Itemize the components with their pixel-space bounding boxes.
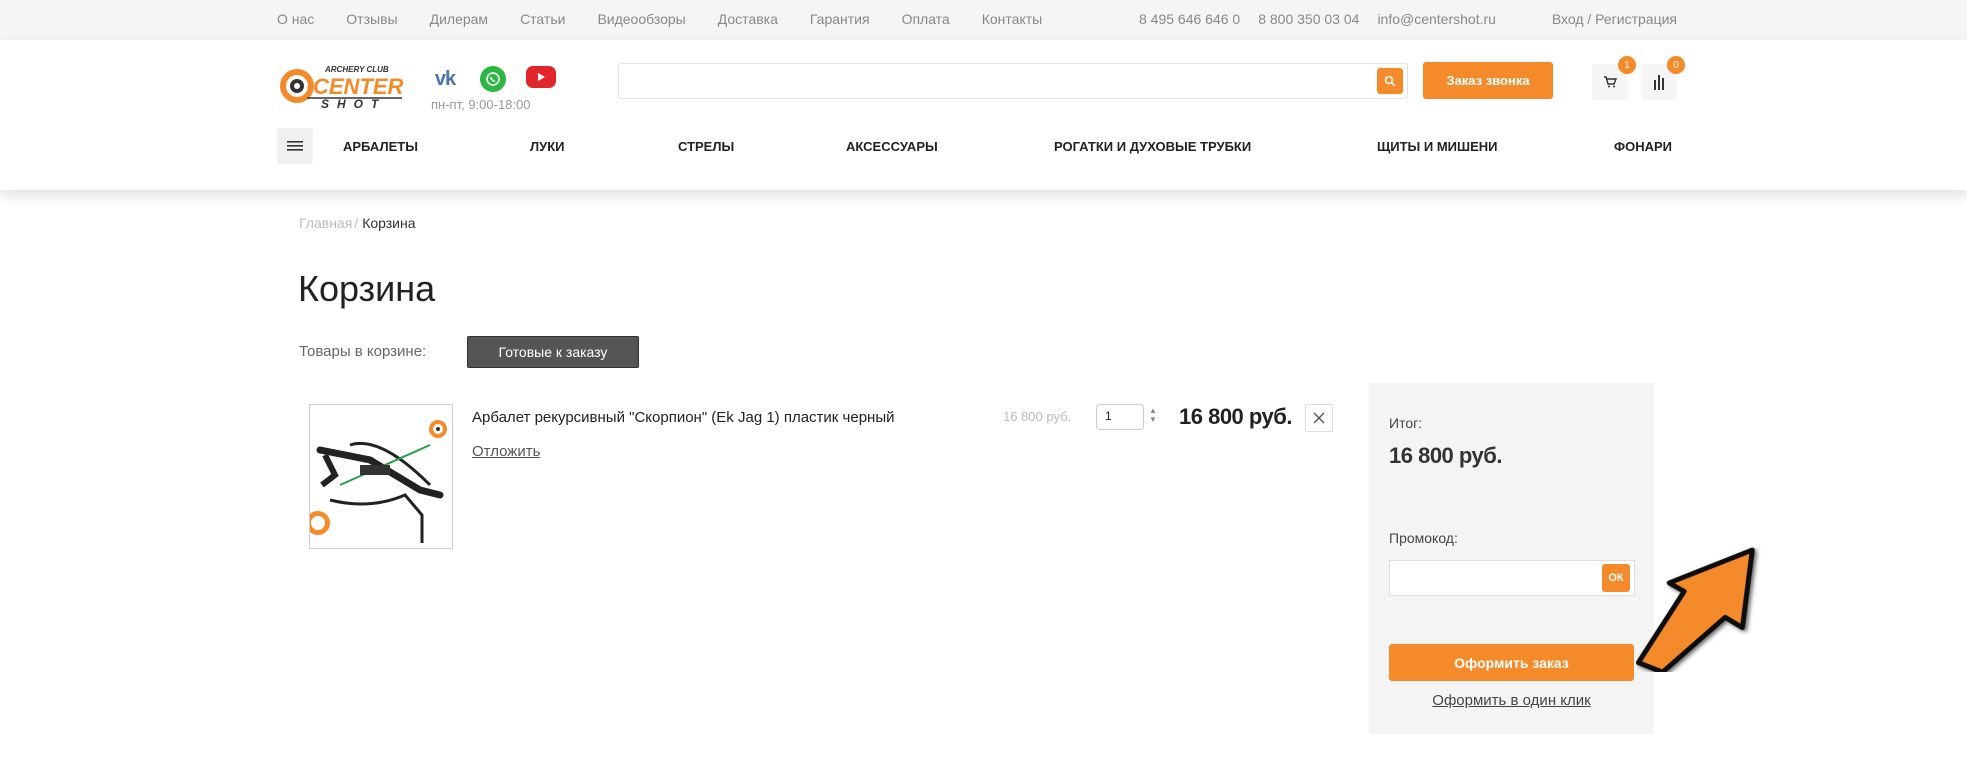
menu-item-arrows[interactable]: СТРЕЛЫ <box>678 139 734 154</box>
top-links: О нас Отзывы Дилерам Статьи Видеообзоры … <box>277 11 1074 27</box>
top-link-contacts[interactable]: Контакты <box>982 11 1042 27</box>
checkout-button[interactable]: Оформить заказ <box>1389 644 1634 681</box>
annotation-arrow-icon <box>1635 547 1755 672</box>
svg-text:CENTER: CENTER <box>313 74 404 99</box>
top-link-warranty[interactable]: Гарантия <box>810 11 870 27</box>
cart-icon <box>1604 76 1617 88</box>
callback-button[interactable]: Заказ звонка <box>1423 62 1553 99</box>
email-link[interactable]: info@centershot.ru <box>1377 11 1496 27</box>
login-link[interactable]: Вход / Регистрация <box>1552 11 1677 27</box>
vk-icon[interactable]: vk <box>430 66 460 92</box>
quantity-input[interactable]: 1 <box>1096 404 1144 430</box>
postpone-link[interactable]: Отложить <box>472 443 540 460</box>
svg-text:ARCHERY CLUB: ARCHERY CLUB <box>324 65 389 74</box>
cart-count-badge: 1 <box>1618 56 1636 74</box>
top-link-reviews[interactable]: Отзывы <box>346 11 397 27</box>
hamburger-menu-icon[interactable] <box>277 128 313 164</box>
youtube-icon[interactable] <box>526 66 556 88</box>
menu-item-slingshots[interactable]: РОГАТКИ И ДУХОВЫЕ ТРУБКИ <box>1054 139 1251 154</box>
compare-count-badge: 0 <box>1667 56 1685 74</box>
whatsapp-icon[interactable] <box>480 66 506 92</box>
quantity-stepper[interactable]: ▲ ▼ <box>1149 406 1157 424</box>
working-hours: пн-пт, 9:00-18:00 <box>431 97 531 112</box>
menu-item-crossbows[interactable]: АРБАЛЕТЫ <box>343 139 418 154</box>
phone-free[interactable]: 8 800 350 03 04 <box>1258 11 1359 27</box>
menu-item-bows[interactable]: ЛУКИ <box>530 139 565 154</box>
close-icon <box>1313 412 1325 424</box>
tab-ready-to-order[interactable]: Готовые к заказу <box>467 336 639 368</box>
product-name[interactable]: Арбалет рекурсивный "Скорпион" (Ek Jag 1… <box>472 409 894 426</box>
social-links: vk <box>430 66 556 92</box>
compare-button[interactable]: 0 <box>1641 56 1685 100</box>
top-bar: О нас Отзывы Дилерам Статьи Видеообзоры … <box>0 0 1967 40</box>
site-logo[interactable]: ARCHERY CLUB CENTER SHOT <box>277 58 407 112</box>
cart-items-label: Товары в корзине: <box>299 343 427 360</box>
cart-button[interactable]: 1 <box>1592 56 1636 100</box>
page-title: Корзина <box>298 268 436 309</box>
order-summary: Итог: 16 800 руб. Промокод: ОК Оформить … <box>1369 383 1654 734</box>
top-link-delivery[interactable]: Доставка <box>718 11 778 27</box>
total-value: 16 800 руб. <box>1389 443 1503 468</box>
breadcrumb: Главная / Корзина <box>299 215 416 231</box>
menu-item-targets[interactable]: ЩИТЫ И МИШЕНИ <box>1377 139 1497 154</box>
phone-moscow[interactable]: 8 495 646 646 0 <box>1139 11 1240 27</box>
remove-item-button[interactable] <box>1305 404 1333 432</box>
menu-item-accessories[interactable]: АКСЕССУАРЫ <box>846 139 938 154</box>
top-link-about[interactable]: О нас <box>277 11 314 27</box>
unit-price: 16 800 руб. <box>1003 409 1072 424</box>
breadcrumb-current: Корзина <box>362 215 416 231</box>
promo-code-input[interactable] <box>1389 560 1635 596</box>
product-image[interactable] <box>306 404 453 549</box>
top-link-videos[interactable]: Видеообзоры <box>597 11 685 27</box>
menu-item-flashlights[interactable]: ФОНАРИ <box>1614 139 1672 154</box>
search-icon[interactable] <box>1377 68 1403 94</box>
top-link-payment[interactable]: Оплата <box>902 11 950 27</box>
item-total-price: 16 800 руб. <box>1179 404 1293 429</box>
stepper-down-icon[interactable]: ▼ <box>1149 415 1157 424</box>
main-menu: АРБАЛЕТЫ ЛУКИ СТРЕЛЫ АКСЕССУАРЫ РОГАТКИ … <box>277 128 1677 164</box>
top-link-articles[interactable]: Статьи <box>520 11 565 27</box>
breadcrumb-home[interactable]: Главная <box>299 215 352 231</box>
compare-icon <box>1654 75 1664 90</box>
phones: 8 495 646 646 0 8 800 350 03 04 info@cen… <box>1139 11 1514 27</box>
stepper-up-icon[interactable]: ▲ <box>1149 406 1157 415</box>
top-link-dealers[interactable]: Дилерам <box>430 11 488 27</box>
total-label: Итог: <box>1389 415 1423 431</box>
svg-text:SHOT: SHOT <box>321 97 386 111</box>
breadcrumb-separator: / <box>354 215 359 231</box>
promo-label: Промокод: <box>1389 530 1458 546</box>
one-click-order-link[interactable]: Оформить в один клик <box>1369 692 1654 709</box>
search-bar[interactable] <box>618 63 1408 99</box>
header: ARCHERY CLUB CENTER SHOT vk пн-пт, 9:00-… <box>0 40 1967 190</box>
